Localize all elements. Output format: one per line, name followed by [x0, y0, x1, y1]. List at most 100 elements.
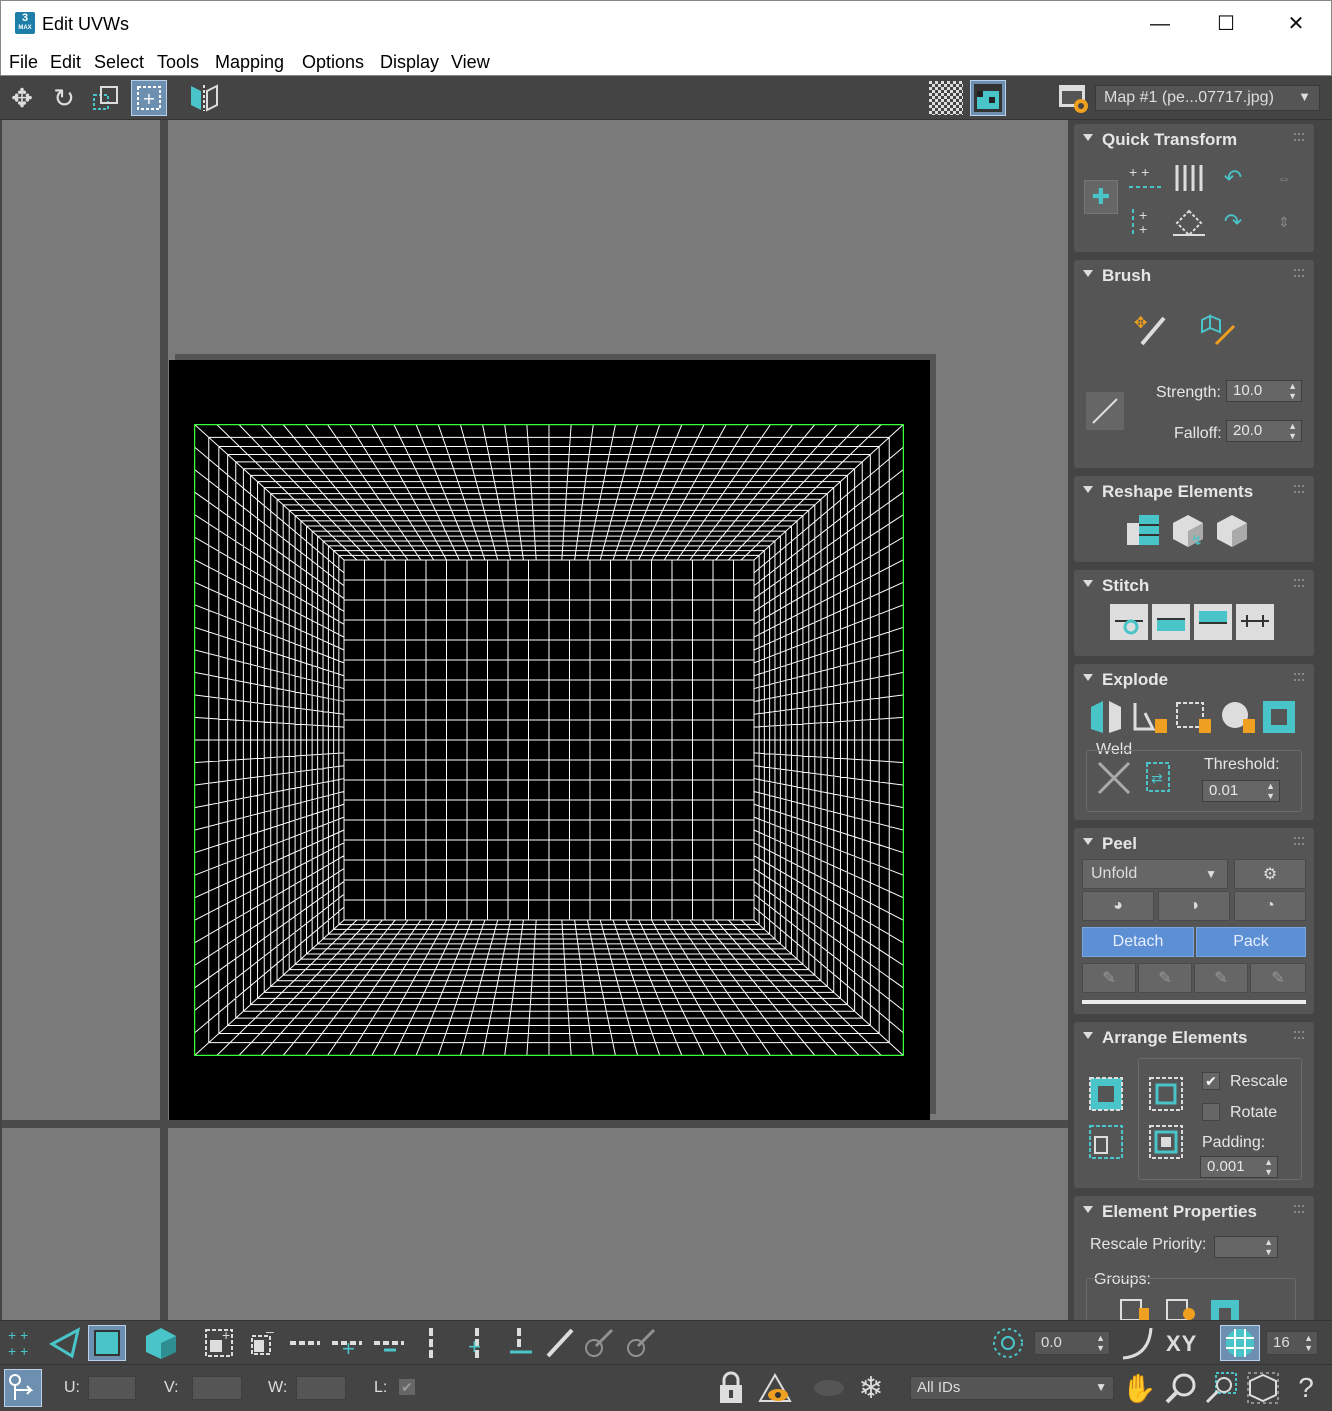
rollout-header[interactable]: Stitch [1074, 570, 1314, 598]
stitch-to-source-icon[interactable] [1194, 604, 1232, 640]
xy-mode-label[interactable]: XY [1166, 1331, 1197, 1357]
lock-icon[interactable] [712, 1369, 750, 1407]
element-mode-icon[interactable] [142, 1325, 180, 1361]
maximize-button[interactable]: ☐ [1203, 7, 1249, 41]
zoom-extents-icon[interactable] [1244, 1369, 1282, 1407]
w-field[interactable] [296, 1376, 346, 1400]
menu-edit[interactable]: Edit [50, 52, 81, 73]
rollout-header[interactable]: Arrange Elements [1074, 1022, 1314, 1050]
stitch-to-target-icon[interactable] [1110, 604, 1148, 640]
space-vertical-icon[interactable] [1170, 160, 1208, 196]
stitch-average-icon[interactable] [1152, 604, 1190, 640]
rotation-angle-spinner[interactable]: 0.0 ▲ ▼ [1034, 1331, 1110, 1355]
rollout-header[interactable]: Explode [1074, 664, 1314, 692]
ring-select-icon[interactable] [412, 1325, 450, 1361]
soft-selection-icon[interactable] [988, 1325, 1028, 1361]
rotate-checkbox[interactable] [1202, 1103, 1220, 1121]
uv-editor-viewport[interactable] [2, 120, 1068, 1320]
pan-icon[interactable]: ✋ [1120, 1369, 1158, 1407]
quick-peel-icon[interactable]: ◕ [1082, 891, 1154, 921]
pack-in-place-icon[interactable] [1146, 1122, 1186, 1162]
split-by-smoothing-icon[interactable] [1174, 698, 1214, 738]
menu-select[interactable]: Select [94, 52, 144, 73]
freeform-mode-icon[interactable]: + [131, 80, 167, 116]
edge-mode-icon[interactable] [46, 1325, 84, 1361]
rotate-icon[interactable]: ↻ [46, 80, 82, 116]
rollout-header[interactable]: Quick Transform [1074, 124, 1314, 152]
flatten-by-element-icon[interactable] [1260, 698, 1300, 738]
paint-select-icon[interactable] [540, 1325, 578, 1361]
rotate-plus-90-icon[interactable]: ↷ [1214, 204, 1252, 240]
select-group-icon[interactable] [1208, 1296, 1242, 1320]
uv-mesh[interactable] [194, 424, 904, 1056]
align-to-edge-icon[interactable] [1170, 204, 1208, 240]
brush-falloff-icon[interactable] [1086, 392, 1124, 430]
rollout-header[interactable]: Brush [1074, 260, 1314, 288]
relax-brush-icon[interactable] [1198, 310, 1238, 350]
ungroup-selected-icon[interactable] [1164, 1296, 1198, 1320]
menu-view[interactable]: View [451, 52, 490, 73]
help-icon[interactable]: ? [1286, 1369, 1326, 1407]
falloff-curve-icon[interactable] [1118, 1325, 1158, 1361]
reset-peel-icon[interactable]: ◔ [1234, 891, 1306, 921]
pack-normalize-icon[interactable] [1086, 1074, 1126, 1114]
weld-all-selected-icon[interactable]: ⇄ [1138, 758, 1178, 798]
rollout-header[interactable]: Peel [1074, 828, 1314, 856]
loop-select-icon[interactable] [286, 1325, 324, 1361]
break-icon[interactable] [1086, 698, 1126, 738]
absolute-relative-toggle-icon[interactable] [4, 1369, 42, 1407]
checker-pattern-icon[interactable] [928, 80, 964, 116]
hide-show-icon[interactable] [756, 1369, 794, 1407]
paint-move-icon[interactable]: ✥ [1130, 310, 1170, 350]
scale-icon[interactable] [88, 80, 124, 116]
menu-tools[interactable]: Tools [157, 52, 199, 73]
shrink-selection-icon[interactable]: – [242, 1325, 280, 1361]
strength-spinner[interactable]: 10.0 ▲ ▼ [1226, 380, 1302, 402]
align-horizontal-icon[interactable]: + + [1126, 160, 1164, 196]
relax-icon[interactable] [1212, 512, 1252, 550]
relax-until-flat-icon[interactable]: ↯ [1168, 512, 1208, 550]
zoom-icon[interactable] [1162, 1369, 1200, 1407]
mirror-icon[interactable] [186, 80, 222, 116]
ring-shrink-icon[interactable] [500, 1325, 538, 1361]
peel-settings-icon[interactable]: ⚙ [1234, 859, 1306, 889]
loop-grow-icon[interactable]: + [328, 1325, 366, 1361]
loop-shrink-icon[interactable] [370, 1325, 408, 1361]
menu-mapping[interactable]: Mapping [215, 52, 284, 73]
menu-display[interactable]: Display [380, 52, 439, 73]
grow-selection-icon[interactable]: + [200, 1325, 238, 1361]
pack-together-icon[interactable] [1146, 1074, 1186, 1114]
polygon-mode-icon[interactable] [88, 1325, 126, 1361]
zoom-region-icon[interactable] [1202, 1369, 1240, 1407]
rollout-header[interactable]: Reshape Elements [1074, 476, 1314, 504]
detach-button[interactable]: Detach [1082, 927, 1194, 957]
freeze-icon[interactable]: ❄ [852, 1369, 890, 1407]
align-vertical-icon[interactable]: + + [1126, 204, 1164, 240]
grid-snap-icon[interactable] [1220, 1325, 1260, 1361]
peel-mode-icon[interactable]: ◑ [1158, 891, 1230, 921]
rescale-priority-spinner[interactable]: ▲ ▼ [1214, 1236, 1278, 1258]
stitch-custom-icon[interactable] [1236, 604, 1274, 640]
straighten-selection-icon[interactable] [1124, 512, 1164, 550]
map-settings-icon[interactable] [1056, 80, 1092, 116]
pack-custom-icon[interactable] [1086, 1122, 1126, 1162]
move-icon[interactable]: ✥ [4, 80, 40, 116]
padding-spinner[interactable]: 0.001 ▲ ▼ [1200, 1156, 1278, 1178]
group-selected-icon[interactable] [1118, 1296, 1152, 1320]
v-field[interactable] [192, 1376, 242, 1400]
peel-mode-dropdown[interactable]: Unfold ▼ [1082, 859, 1228, 889]
menu-options[interactable]: Options [302, 52, 364, 73]
pivot-icon[interactable]: ✚ [1084, 180, 1118, 214]
pack-button[interactable]: Pack [1196, 927, 1306, 957]
ring-grow-icon[interactable]: + [458, 1325, 496, 1361]
split-by-material-icon[interactable] [1218, 698, 1258, 738]
rollout-header[interactable]: Element Properties [1074, 1196, 1314, 1224]
material-id-dropdown[interactable]: All IDs ▼ [910, 1376, 1114, 1400]
split-by-polygon-icon[interactable] [1130, 698, 1170, 738]
menu-file[interactable]: File [9, 52, 38, 73]
falloff-spinner[interactable]: 20.0 ▲ ▼ [1226, 420, 1302, 442]
weld-selected-icon[interactable] [1094, 758, 1134, 798]
u-field[interactable] [88, 1376, 136, 1400]
grid-size-spinner[interactable]: 16 ▲ ▼ [1266, 1331, 1318, 1355]
threshold-spinner[interactable]: 0.01 ▲ ▼ [1202, 780, 1280, 802]
